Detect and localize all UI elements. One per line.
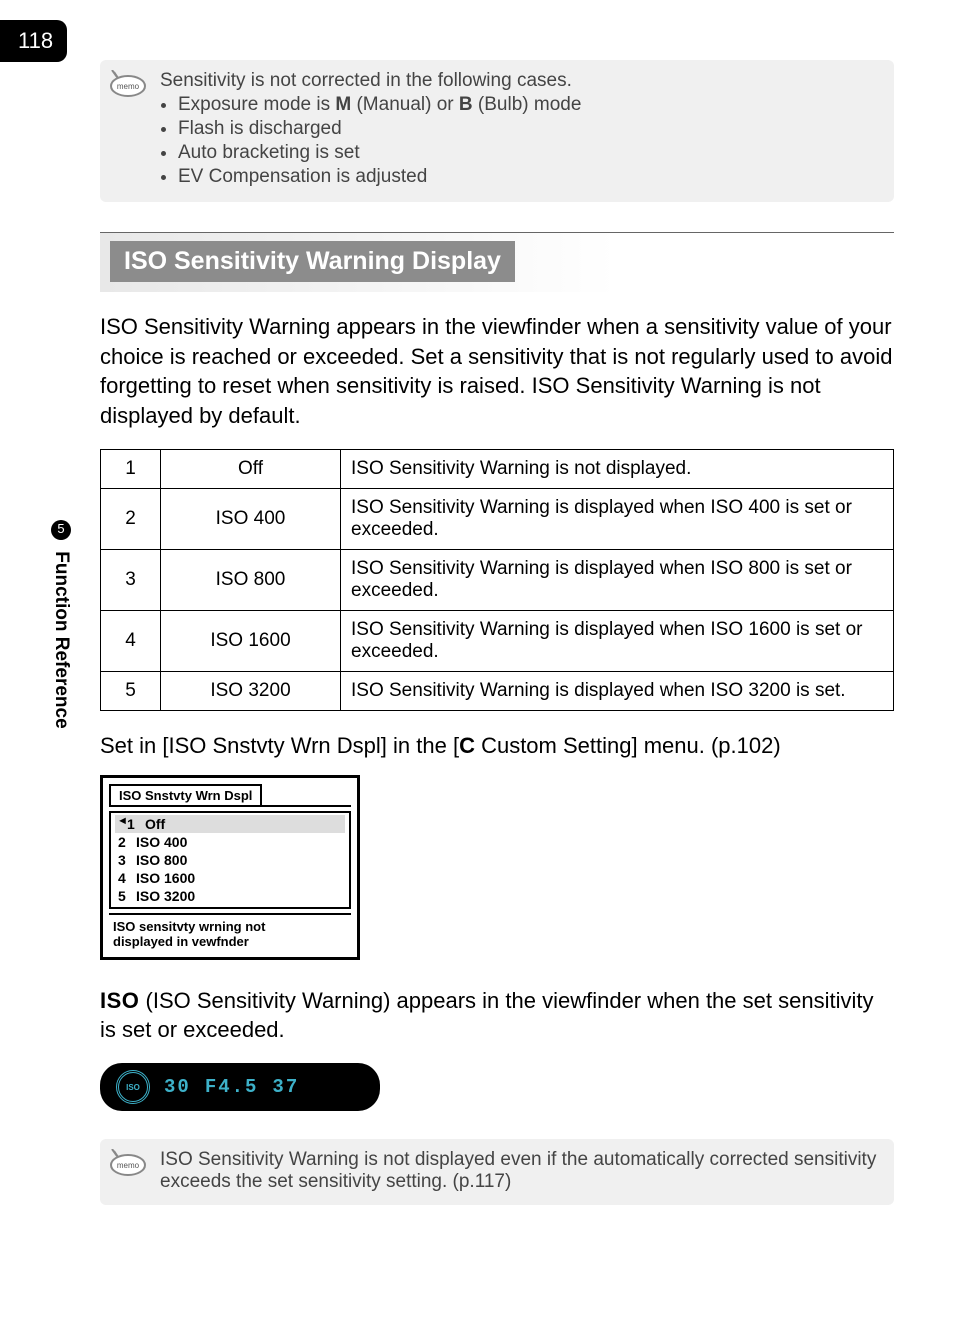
lcd-option-list: 1Off 2ISO 400 3ISO 800 4ISO 1600 5ISO 32…	[109, 811, 351, 909]
table-cell: ISO 3200	[161, 671, 341, 710]
lcd-footer-text: ISO sensitvty wrning not displayed in ve…	[109, 913, 351, 951]
table-row: 4 ISO 1600 ISO Sensitivity Warning is di…	[101, 610, 894, 671]
text: displayed in vewfnder	[113, 934, 347, 949]
page-content: memo Sensitivity is not corrected in the…	[100, 60, 894, 1205]
memo-text: ISO Sensitivity Warning is not displayed…	[160, 1149, 880, 1193]
table-cell: 1	[101, 449, 161, 488]
table-cell: ISO Sensitivity Warning is displayed whe…	[341, 610, 894, 671]
viewfinder-iso-icon: ISO	[116, 1070, 150, 1104]
memo-item: EV Compensation is adjusted	[178, 166, 880, 188]
chapter-label: Function Reference	[51, 551, 72, 728]
opt-num: 5	[118, 888, 136, 904]
text: (ISO Sensitivity Warning) appears in the…	[100, 988, 873, 1043]
lcd-option: 3ISO 800	[115, 851, 345, 869]
memo-item: Flash is discharged	[178, 118, 880, 140]
lcd-option: 2ISO 400	[115, 833, 345, 851]
opt-num: 2	[118, 834, 136, 850]
mode-m-icon: M	[335, 94, 351, 115]
memo-box-bottom: memo ISO Sensitivity Warning is not disp…	[100, 1139, 894, 1205]
table-cell: ISO Sensitivity Warning is displayed whe…	[341, 549, 894, 610]
lcd-option-selected: 1Off	[115, 815, 345, 833]
table-row: 5 ISO 3200 ISO Sensitivity Warning is di…	[101, 671, 894, 710]
chapter-side-tab: 5 Function Reference	[50, 520, 72, 729]
iso-ring-text: ISO	[126, 1083, 140, 1092]
table-cell: ISO Sensitivity Warning is displayed whe…	[341, 671, 894, 710]
custom-menu-icon: C	[459, 733, 475, 758]
table-cell: ISO Sensitivity Warning is not displayed…	[341, 449, 894, 488]
lcd-option: 5ISO 3200	[115, 887, 345, 905]
table-cell: ISO 1600	[161, 610, 341, 671]
iso-glyph-paragraph: ISO (ISO Sensitivity Warning) appears in…	[100, 986, 894, 1045]
table-cell: ISO 400	[161, 488, 341, 549]
opt-label: ISO 3200	[136, 888, 195, 904]
text: (Bulb) mode	[473, 94, 582, 115]
table-cell: ISO 800	[161, 549, 341, 610]
text: Custom Setting] menu. (p.102)	[475, 733, 781, 758]
mode-b-icon: B	[459, 94, 473, 115]
section-heading-bar: ISO Sensitivity Warning Display	[100, 232, 894, 292]
opt-num: 1	[127, 816, 145, 832]
iso-warning-table: 1 Off ISO Sensitivity Warning is not dis…	[100, 449, 894, 711]
memo-icon: memo	[108, 1149, 148, 1177]
opt-num: 4	[118, 870, 136, 886]
table-cell: Off	[161, 449, 341, 488]
intro-paragraph: ISO Sensitivity Warning appears in the v…	[100, 312, 894, 431]
vf-segment-value: 30	[164, 1076, 191, 1098]
table-row: 2 ISO 400 ISO Sensitivity Warning is dis…	[101, 488, 894, 549]
section-heading: ISO Sensitivity Warning Display	[110, 241, 515, 282]
table-cell: 5	[101, 671, 161, 710]
svg-text:memo: memo	[117, 1161, 140, 1170]
svg-text:memo: memo	[117, 82, 140, 91]
text: ISO sensitvty wrning not	[113, 919, 347, 934]
text: Set in [ISO Snstvty Wrn Dspl] in the [	[100, 733, 459, 758]
lcd-screenshot: ISO Snstvty Wrn Dspl 1Off 2ISO 400 3ISO …	[100, 775, 360, 960]
opt-label: ISO 400	[136, 834, 187, 850]
table-cell: 4	[101, 610, 161, 671]
table-cell: 3	[101, 549, 161, 610]
menu-instruction: Set in [ISO Snstvty Wrn Dspl] in the [C …	[100, 733, 894, 759]
lcd-tab-title: ISO Snstvty Wrn Dspl	[109, 784, 262, 805]
page-number-tab: 118	[0, 20, 67, 62]
opt-num: 3	[118, 852, 136, 868]
table-row: 1 Off ISO Sensitivity Warning is not dis…	[101, 449, 894, 488]
memo-item: Exposure mode is M (Manual) or B (Bulb) …	[178, 94, 880, 116]
text: (Manual) or	[351, 94, 459, 115]
vf-segment-value: 37	[272, 1076, 299, 1098]
table-cell: ISO Sensitivity Warning is displayed whe…	[341, 488, 894, 549]
table-row: 3 ISO 800 ISO Sensitivity Warning is dis…	[101, 549, 894, 610]
memo-list: Exposure mode is M (Manual) or B (Bulb) …	[160, 94, 880, 188]
chapter-number-circle: 5	[51, 520, 71, 540]
memo-item: Auto bracketing is set	[178, 142, 880, 164]
vf-segment-value: F4.5	[205, 1076, 259, 1098]
text: Exposure mode is	[178, 94, 335, 115]
viewfinder-strip: ISO 30 F4.5 37	[100, 1063, 380, 1111]
table-cell: 2	[101, 488, 161, 549]
opt-label: ISO 1600	[136, 870, 195, 886]
memo-intro: Sensitivity is not corrected in the foll…	[160, 70, 880, 92]
iso-warning-glyph-icon: ISO	[100, 988, 139, 1013]
opt-label: Off	[145, 816, 165, 832]
opt-label: ISO 800	[136, 852, 187, 868]
memo-icon: memo	[108, 70, 148, 98]
lcd-option: 4ISO 1600	[115, 869, 345, 887]
memo-box-top: memo Sensitivity is not corrected in the…	[100, 60, 894, 202]
